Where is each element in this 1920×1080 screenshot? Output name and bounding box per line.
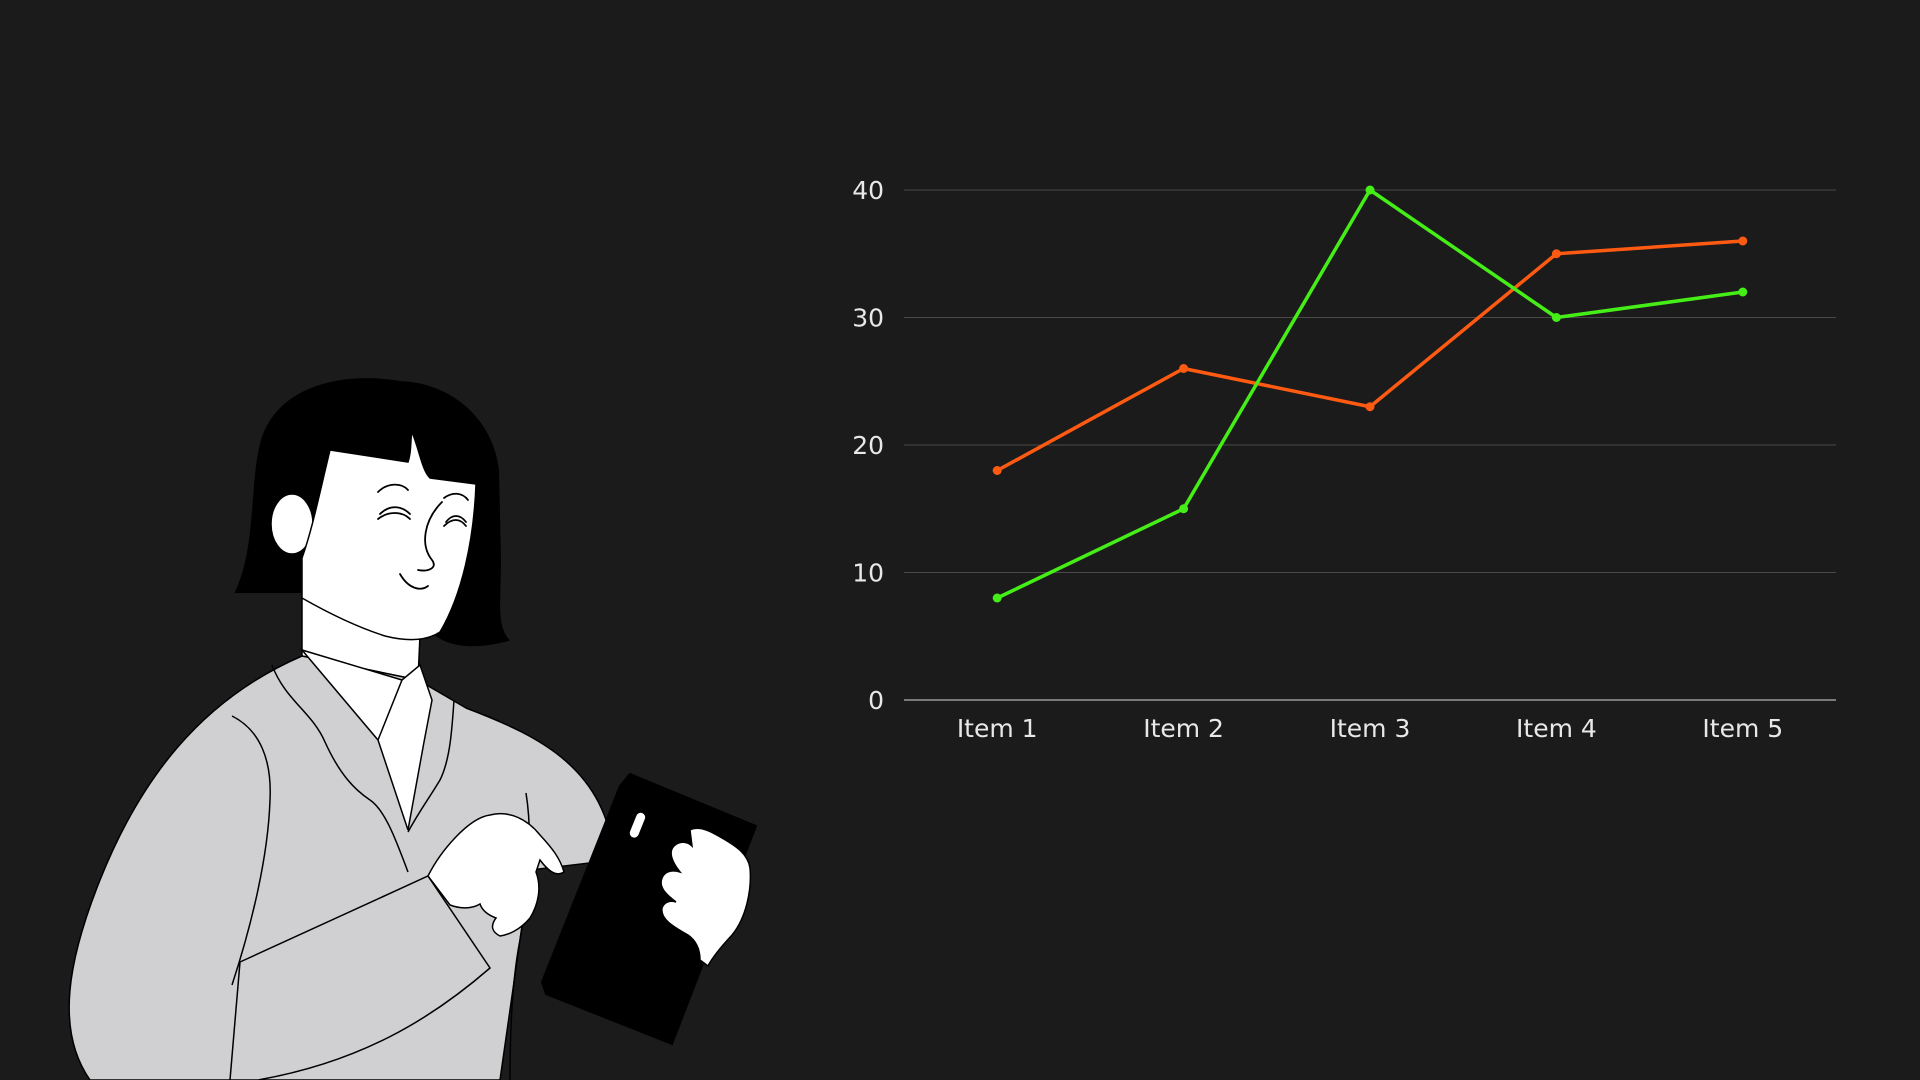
- x-tick-label: Item 2: [1143, 714, 1224, 743]
- data-point: [1365, 185, 1375, 195]
- data-point: [992, 593, 1002, 603]
- data-point: [1551, 249, 1561, 259]
- y-tick-label: 10: [852, 559, 884, 588]
- series-line: [995, 188, 1745, 600]
- x-tick-label: Item 4: [1516, 714, 1597, 743]
- y-tick-label: 40: [852, 176, 884, 205]
- data-point: [1551, 313, 1561, 322]
- data-point: [1179, 364, 1189, 373]
- series-group: [992, 185, 1748, 603]
- x-tick-label: Item 3: [1330, 714, 1411, 743]
- series-1: [992, 236, 1748, 475]
- y-tick-label: 20: [852, 431, 884, 460]
- data-point: [1179, 504, 1189, 514]
- line-chart: 0 10 20 30 40 Item 1 Item 2 Item 3 Item 4 Item 5: [852, 176, 1836, 743]
- data-point: [1738, 287, 1748, 297]
- y-axis-ticks: 0 10 20 30 40: [852, 176, 884, 715]
- data-point: [992, 466, 1002, 475]
- x-tick-label: Item 1: [957, 714, 1038, 743]
- data-point: [1738, 236, 1748, 246]
- data-point: [1365, 402, 1375, 412]
- y-tick-label: 0: [868, 686, 884, 715]
- x-tick-label: Item 5: [1702, 714, 1783, 743]
- series-line: [995, 239, 1745, 473]
- x-axis-ticks: Item 1 Item 2 Item 3 Item 4 Item 5: [957, 714, 1783, 743]
- y-tick-label: 30: [852, 304, 884, 333]
